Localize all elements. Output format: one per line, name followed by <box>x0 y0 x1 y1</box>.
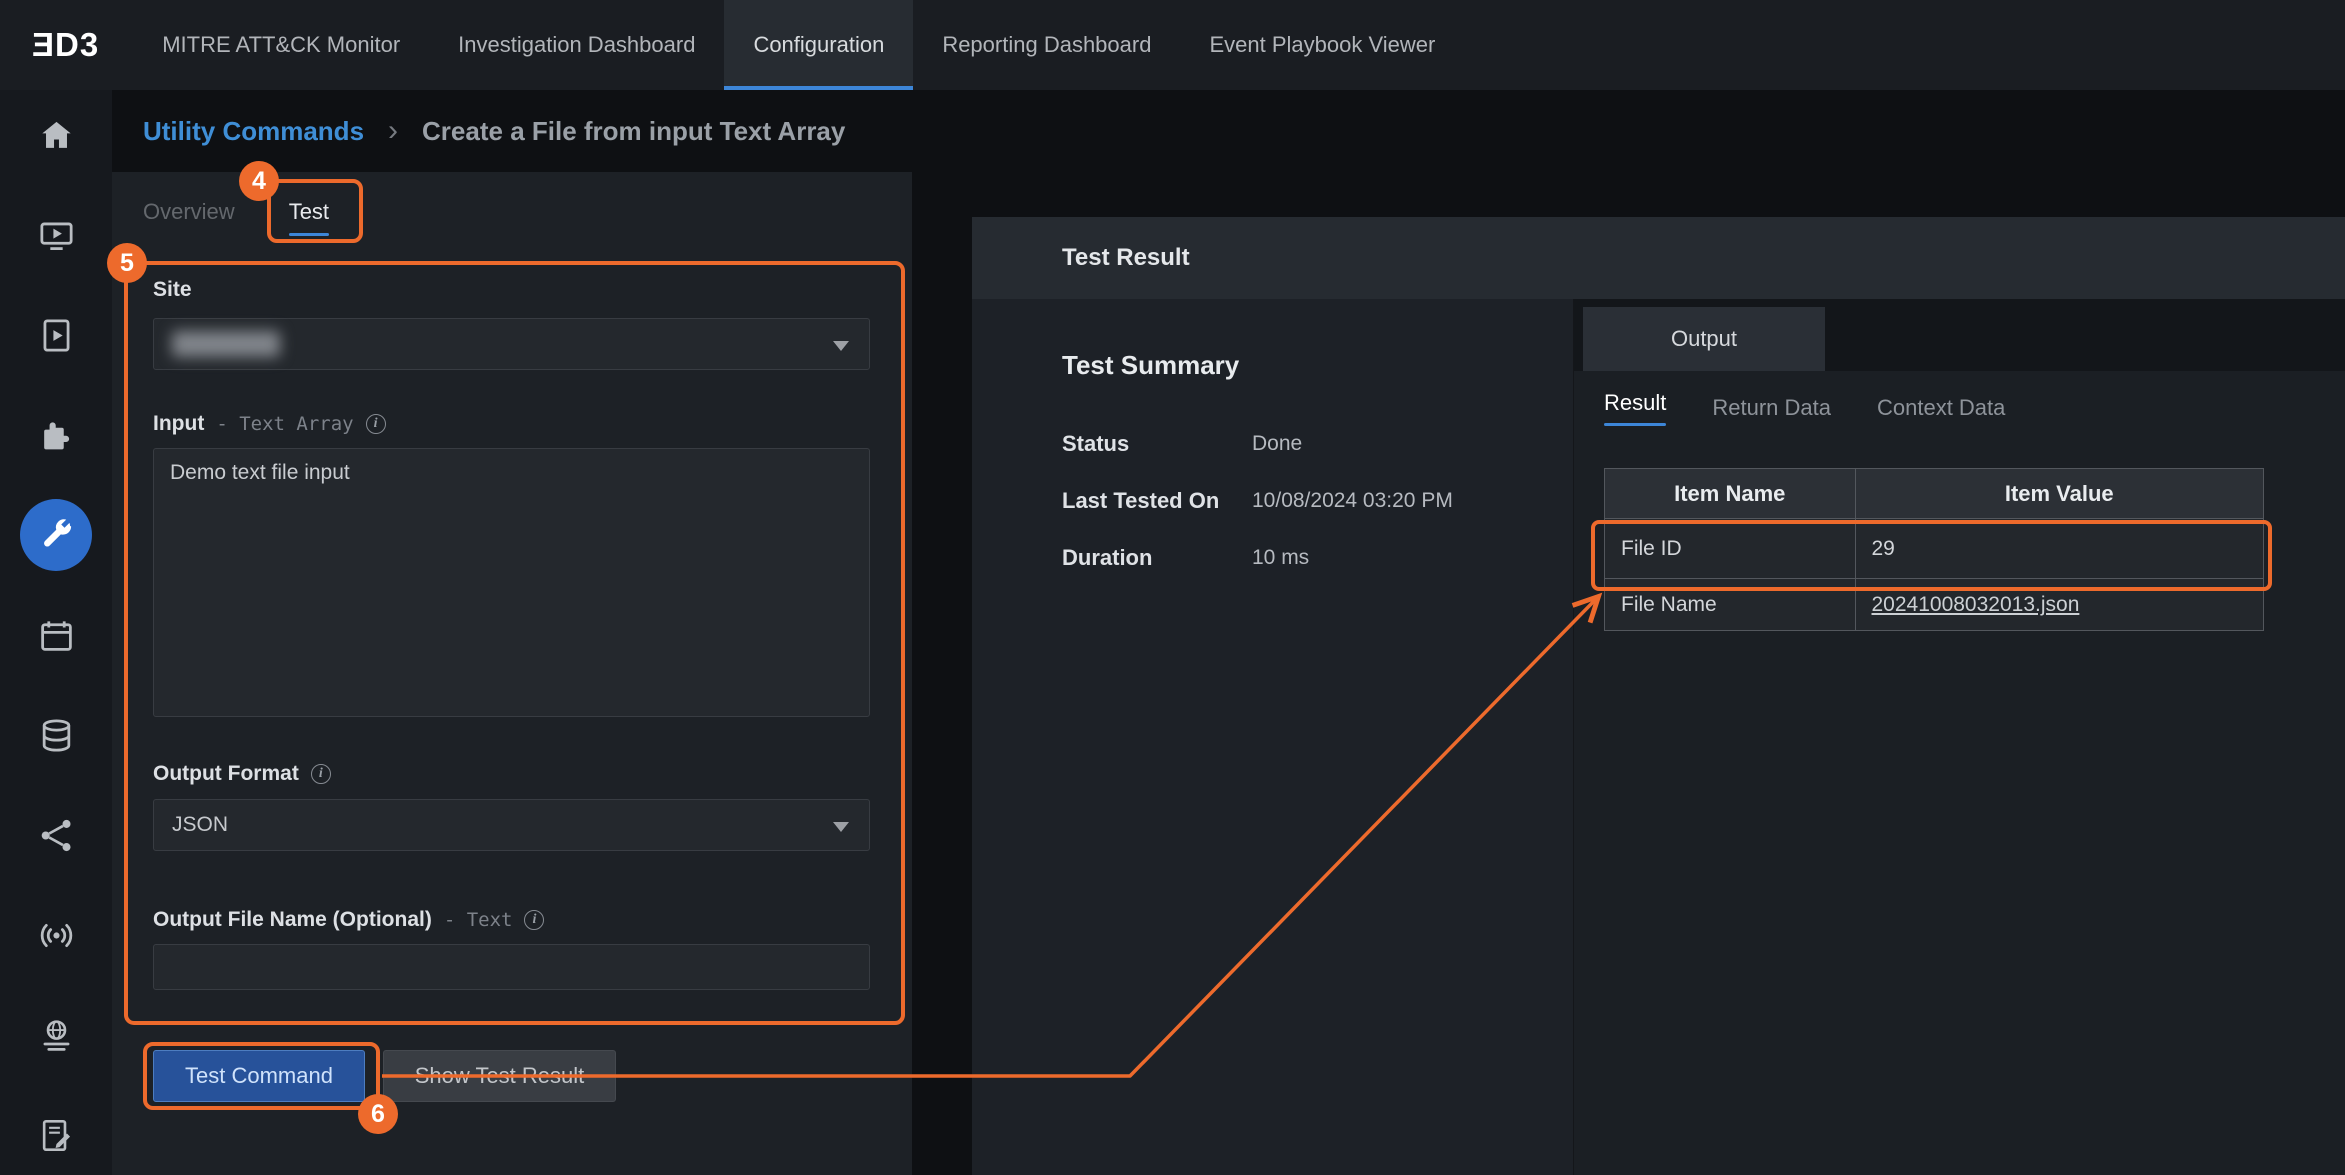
file-name-name-cell: File Name <box>1605 579 1856 631</box>
nav-event-playbook-viewer[interactable]: Event Playbook Viewer <box>1180 0 1464 90</box>
calendar-icon <box>38 617 75 654</box>
column-header-item-name: Item Name <box>1605 469 1856 519</box>
d3-logo-text: D3 <box>55 26 99 64</box>
input-text-array-field[interactable]: Demo text file input <box>153 448 870 717</box>
sidebar-item-broadcast[interactable] <box>20 899 92 971</box>
tab-context-data[interactable]: Context Data <box>1877 395 2005 421</box>
show-test-result-button[interactable]: Show Test Result <box>383 1050 616 1102</box>
sidebar-item-geolocation[interactable] <box>20 999 92 1071</box>
home-icon <box>38 117 75 154</box>
test-command-button[interactable]: Test Command <box>153 1050 365 1102</box>
result-table-header-row: Item Name Item Value <box>1605 469 2264 519</box>
breadcrumb-utility-commands[interactable]: Utility Commands <box>143 116 364 147</box>
tab-test[interactable]: Test <box>289 199 329 236</box>
result-sub-tabs: Result Return Data Context Data <box>1574 371 2345 445</box>
command-test-panel: Overview Test Site Input - Text Array De… <box>112 172 912 1175</box>
page-title: Create a File from input Text Array <box>422 116 845 147</box>
table-row-file-name: File Name 20241008032013.json <box>1605 579 2264 631</box>
tab-overview[interactable]: Overview <box>143 199 235 236</box>
wrench-icon <box>38 517 75 554</box>
sidebar-item-schedule[interactable] <box>20 599 92 671</box>
tab-output[interactable]: Output <box>1583 307 1825 371</box>
panel-tabs: Overview Test <box>143 199 329 236</box>
duration-value: 10 ms <box>1252 545 1309 571</box>
summary-row-duration: Duration 10 ms <box>1062 545 1453 571</box>
info-icon[interactable] <box>524 910 544 930</box>
sidebar-item-integrations[interactable] <box>20 399 92 471</box>
left-icon-sidebar <box>0 90 112 1175</box>
output-format-value: JSON <box>172 813 228 837</box>
sidebar-item-connections[interactable] <box>20 799 92 871</box>
table-row-file-id: File ID 29 <box>1605 519 2264 579</box>
output-format-dropdown[interactable]: JSON <box>153 799 870 851</box>
status-value: Done <box>1252 431 1302 457</box>
document-edit-icon <box>38 1117 75 1154</box>
database-icon <box>38 717 75 754</box>
globe-icon <box>38 1017 75 1054</box>
breadcrumb: Utility Commands › Create a File from in… <box>143 90 845 172</box>
breadcrumb-separator-icon: › <box>388 116 398 146</box>
file-play-icon <box>38 317 75 354</box>
puzzle-icon <box>38 417 75 454</box>
site-dropdown[interactable] <box>153 318 870 370</box>
tab-result[interactable]: Result <box>1604 390 1666 426</box>
sidebar-item-incident-playback[interactable] <box>20 199 92 271</box>
top-navigation-bar: Ǝ D3 MITRE ATT&CK Monitor Investigation … <box>0 0 2345 90</box>
sidebar-item-data-management[interactable] <box>20 699 92 771</box>
test-summary-title: Test Summary <box>1062 350 1453 381</box>
column-header-item-value: Item Value <box>1855 469 2264 519</box>
summary-row-status: Status Done <box>1062 431 1453 457</box>
d3-logo[interactable]: Ǝ D3 <box>0 0 133 90</box>
file-name-link[interactable]: 20241008032013.json <box>1872 593 2080 616</box>
nav-mitre-attack-monitor[interactable]: MITRE ATT&CK Monitor <box>133 0 429 90</box>
last-tested-value: 10/08/2024 03:20 PM <box>1252 488 1453 514</box>
sidebar-item-audit-log[interactable] <box>20 1099 92 1171</box>
output-file-type-hint: - Text <box>444 909 513 931</box>
site-label: Site <box>153 278 192 302</box>
input-label: Input - Text Array <box>153 412 386 436</box>
sidebar-item-home[interactable] <box>20 99 92 171</box>
tab-return-data[interactable]: Return Data <box>1712 395 1831 421</box>
share-network-icon <box>38 817 75 854</box>
output-tab-strip: Output <box>1574 299 2345 371</box>
output-file-name-label: Output File Name (Optional) - Text <box>153 908 544 932</box>
result-table: Item Name Item Value File ID 29 File Nam… <box>1604 468 2264 631</box>
output-file-name-input[interactable] <box>153 944 870 990</box>
summary-row-last-tested: Last Tested On 10/08/2024 03:20 PM <box>1062 488 1453 514</box>
test-result-panel: Test Result Test Summary Status Done Las… <box>972 217 2345 1175</box>
sidebar-item-utility-commands[interactable] <box>20 499 92 571</box>
output-section: Output Result Return Data Context Data I… <box>1573 299 2345 1175</box>
nav-configuration[interactable]: Configuration <box>724 0 913 90</box>
info-icon[interactable] <box>366 414 386 434</box>
test-result-header: Test Result <box>972 217 2345 299</box>
monitor-play-icon <box>38 217 75 254</box>
d3-logo-mark: Ǝ <box>32 26 55 64</box>
input-type-hint: - Text Array <box>216 413 353 435</box>
nav-investigation-dashboard[interactable]: Investigation Dashboard <box>429 0 724 90</box>
nav-reporting-dashboard[interactable]: Reporting Dashboard <box>913 0 1180 90</box>
sidebar-item-event-playback[interactable] <box>20 299 92 371</box>
output-format-label: Output Format <box>153 762 331 786</box>
site-value-masked <box>172 331 280 357</box>
test-summary: Test Summary Status Done Last Tested On … <box>1062 350 1453 602</box>
file-id-name-cell: File ID <box>1605 519 1856 579</box>
file-name-value-cell: 20241008032013.json <box>1855 579 2264 631</box>
broadcast-icon <box>38 917 75 954</box>
file-id-value-cell: 29 <box>1855 519 2264 579</box>
info-icon[interactable] <box>311 764 331 784</box>
